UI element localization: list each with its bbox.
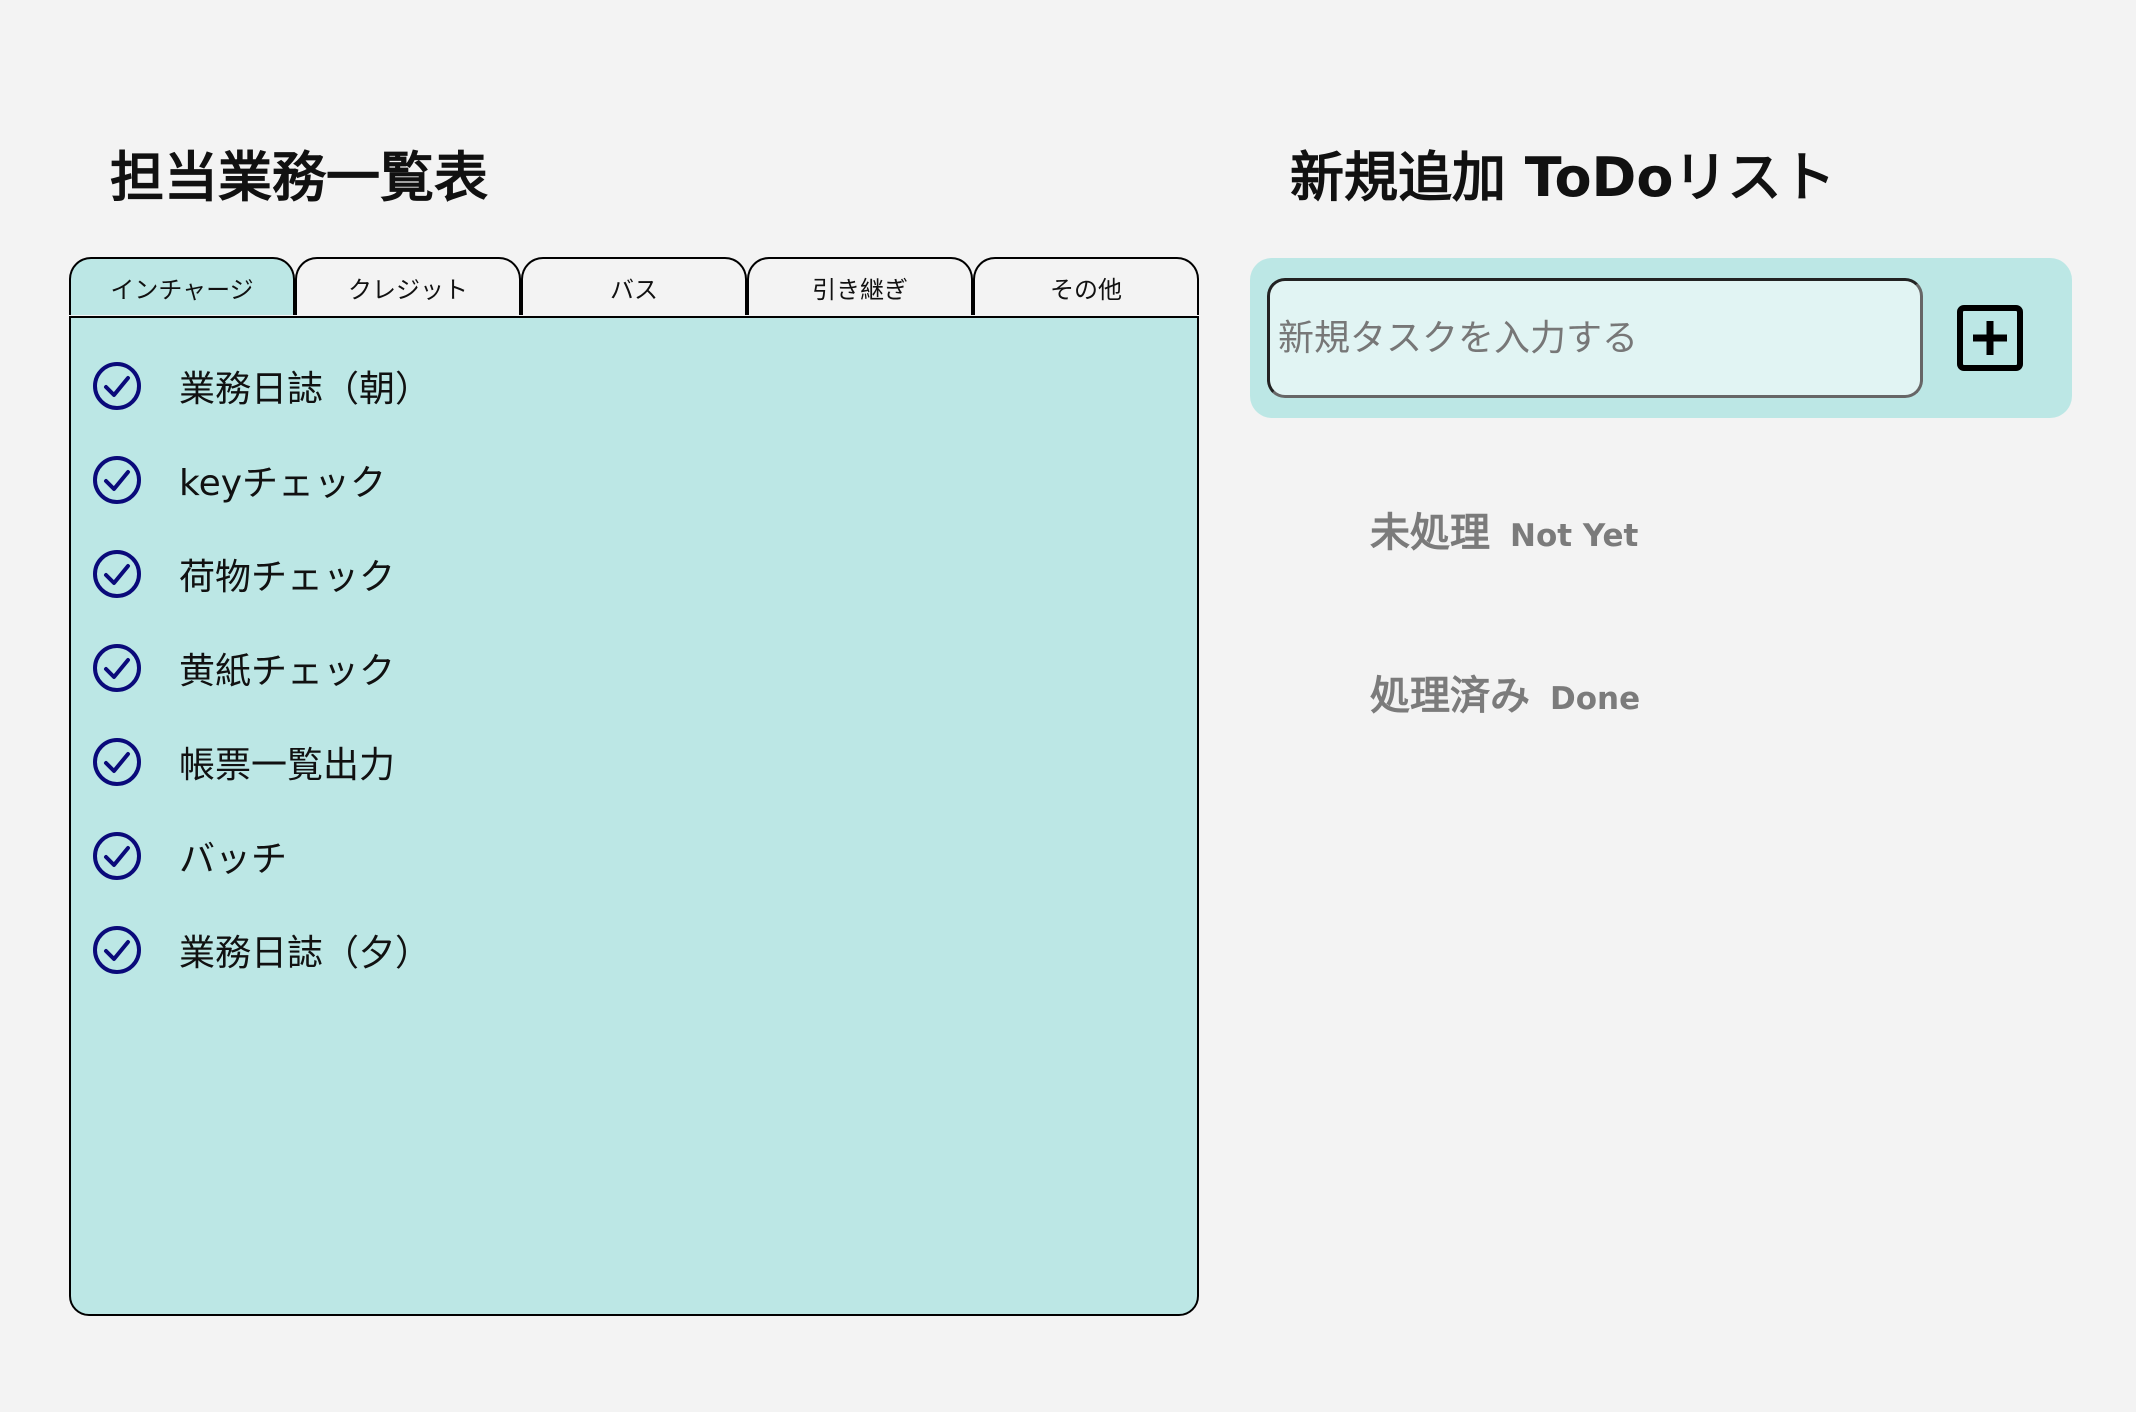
add-task-button[interactable] [1954,302,2026,374]
task-item[interactable]: バッチ [91,826,287,886]
task-item[interactable]: 荷物チェック [91,544,395,604]
not-yet-heading: 未処理 Not Yet [1370,500,1638,558]
done-label-en: Done [1550,681,1641,717]
task-item[interactable]: 業務日誌（朝） [91,356,431,416]
page: 担当業務一覧表 インチャージ クレジット バス 引き継ぎ その他 業務日誌（朝）… [0,0,2136,1412]
task-item[interactable]: keyチェック [91,450,386,510]
task-label: バッチ [179,839,288,880]
new-task-input[interactable] [1267,278,1923,398]
not-yet-label-jp: 未処理 [1370,510,1490,556]
not-yet-label-en: Not Yet [1510,518,1639,554]
task-item[interactable]: 黄紙チェック [91,638,395,698]
task-label: 黄紙チェック [179,651,396,692]
check-circle-icon[interactable] [91,548,143,600]
check-circle-icon[interactable] [91,736,143,788]
task-panel: 業務日誌（朝） keyチェック 荷物チェック 黄紙チェック 帳票一覧出力 バッチ [69,316,1199,1316]
task-label: 業務日誌（夕） [179,933,432,974]
task-item[interactable]: 業務日誌（夕） [91,920,431,980]
tab-incharge[interactable]: インチャージ [69,257,295,315]
page-title-left: 担当業務一覧表 [110,146,488,209]
tab-handover[interactable]: 引き継ぎ [747,257,973,315]
plus-square-icon [1957,305,2023,371]
check-circle-icon[interactable] [91,360,143,412]
check-circle-icon[interactable] [91,924,143,976]
done-heading: 処理済み Done [1370,663,1640,721]
task-label: 帳票一覧出力 [179,745,396,786]
tab-credit[interactable]: クレジット [295,257,521,315]
task-label: keyチェック [179,463,387,504]
page-title-right: 新規追加 ToDoリスト [1290,146,1836,209]
check-circle-icon[interactable] [91,830,143,882]
check-circle-icon[interactable] [91,642,143,694]
tab-bar: インチャージ クレジット バス 引き継ぎ その他 [69,257,1199,318]
task-item[interactable]: 帳票一覧出力 [91,732,395,792]
check-circle-icon[interactable] [91,454,143,506]
tab-other[interactable]: その他 [973,257,1199,315]
tab-bus[interactable]: バス [521,257,747,315]
task-label: 荷物チェック [179,557,396,598]
task-label: 業務日誌（朝） [179,369,432,410]
new-task-card [1250,258,2072,418]
done-label-jp: 処理済み [1370,673,1530,719]
